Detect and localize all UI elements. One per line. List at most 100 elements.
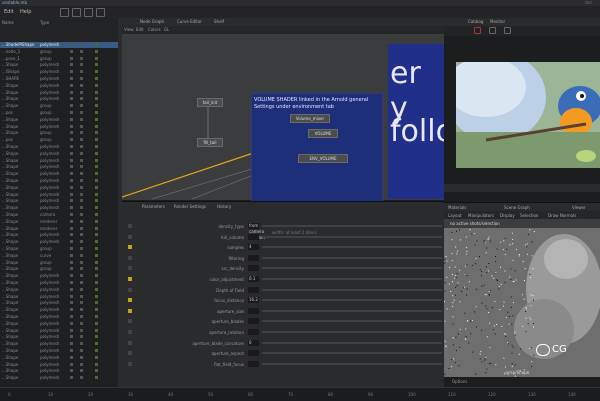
outliner-toggle[interactable] [70, 287, 73, 291]
outliner-row[interactable]: ...Shape polymesh [0, 124, 118, 130]
outliner-toggle[interactable] [80, 349, 83, 352]
outliner-toggle[interactable] [95, 260, 98, 264]
render-icon[interactable] [96, 8, 105, 17]
parameter-value[interactable] [248, 360, 259, 367]
outliner-row[interactable]: ...Shape polymesh [0, 117, 118, 123]
outliner-toggle[interactable] [95, 274, 98, 278]
parameter-slider[interactable] [262, 320, 442, 323]
outliner-toggle[interactable] [70, 43, 73, 46]
outliner-row[interactable]: ...Shape polymesh [0, 171, 118, 177]
outliner-toggle[interactable] [95, 43, 98, 46]
outliner-toggle[interactable] [95, 226, 98, 230]
outliner-row[interactable]: ...Shape polymesh [0, 334, 118, 340]
outliner-toggle[interactable] [70, 308, 73, 312]
parameter-value[interactable]: 16.2 [248, 297, 259, 304]
parameter-slider[interactable] [262, 352, 442, 355]
viewer-menu-selection[interactable]: Selection [520, 213, 538, 218]
outliner-toggle[interactable] [70, 206, 73, 210]
outliner-toggle[interactable] [95, 219, 98, 223]
keyframe-icon[interactable] [128, 361, 132, 366]
outliner-row[interactable]: ...Shape group [0, 260, 118, 266]
outliner-row[interactable]: ...Shape group [0, 266, 118, 272]
outliner-toggle[interactable] [95, 49, 98, 53]
keyframe-icon[interactable] [128, 287, 132, 292]
outliner-toggle[interactable] [80, 63, 83, 67]
open-icon[interactable] [72, 8, 81, 17]
outliner-toggle[interactable] [95, 335, 98, 339]
keyframe-icon[interactable] [128, 319, 132, 324]
outliner-toggle[interactable] [70, 111, 73, 114]
outliner-toggle[interactable] [80, 376, 83, 380]
outliner-toggle[interactable] [95, 151, 98, 155]
outliner-row[interactable]: ...Shape polymesh [0, 368, 118, 374]
outliner-toggle[interactable] [80, 369, 83, 373]
outliner-toggle[interactable] [80, 43, 83, 46]
parameter-value[interactable]: from camera location [248, 223, 265, 240]
outliner-row[interactable]: ...Shape polymesh [0, 164, 118, 170]
outliner-toggle[interactable] [80, 247, 83, 250]
outliner-toggle[interactable] [95, 287, 98, 291]
tab-curve-editor[interactable]: Curve Editor [177, 19, 202, 24]
outliner-toggle[interactable] [70, 117, 73, 121]
outliner-toggle[interactable] [80, 321, 83, 325]
outliner-row[interactable]: ...Shape group [0, 103, 118, 109]
outliner-toggle[interactable] [70, 335, 73, 339]
outliner-toggle[interactable] [80, 124, 83, 128]
play-icon[interactable] [489, 27, 496, 34]
outliner-toggle[interactable] [95, 124, 98, 128]
keyframe-icon[interactable] [128, 330, 132, 334]
outliner-row[interactable]: ...IShape polymesh [0, 69, 118, 75]
outliner-toggle[interactable] [95, 104, 98, 108]
keyframe-icon[interactable] [128, 255, 132, 260]
outliner-row[interactable]: ...Shape group [0, 130, 118, 136]
parameter-slider[interactable] [262, 267, 442, 270]
outliner-toggle[interactable] [95, 70, 98, 74]
outliner-row[interactable]: ...Shape polymesh [0, 178, 118, 184]
outliner-row[interactable]: ...Shape polymesh [0, 294, 118, 300]
parameter-value[interactable]: 0.1 [248, 276, 259, 282]
parameter-value[interactable] [248, 329, 259, 335]
node-menu-gl[interactable]: GL [164, 27, 169, 32]
keyframe-icon[interactable] [128, 266, 132, 271]
outliner-row[interactable]: ...Shape polymesh [0, 355, 118, 361]
outliner-toggle[interactable] [95, 111, 98, 114]
outliner-toggle[interactable] [95, 185, 98, 189]
outliner-toggle[interactable] [80, 104, 83, 108]
outliner-row[interactable]: ...Shape polymesh [0, 144, 118, 150]
outliner-toggle[interactable] [80, 301, 83, 305]
scene-outliner[interactable]: ...ShadePIShape polymesh ...node_1 group...… [0, 42, 119, 387]
node-env-volume[interactable]: ENV_VOLUME [298, 154, 348, 163]
outliner-row[interactable]: ...Shape polymesh [0, 96, 118, 102]
outliner-toggle[interactable] [95, 90, 98, 94]
tab-node-graph[interactable]: Node Graph [140, 19, 164, 24]
outliner-toggle[interactable] [95, 294, 98, 298]
outliner-toggle[interactable] [70, 56, 73, 60]
parameter-slider[interactable] [262, 309, 442, 312]
outliner-toggle[interactable] [80, 226, 83, 230]
outliner-toggle[interactable] [95, 179, 98, 182]
outliner-toggle[interactable] [70, 349, 73, 352]
outliner-toggle[interactable] [70, 274, 73, 278]
viewer-menu-manipulators[interactable]: Manipulators [468, 213, 494, 218]
outliner-toggle[interactable] [80, 342, 83, 346]
outliner-row[interactable]: ...Shape polymesh [0, 280, 118, 286]
outliner-row[interactable]: ...Shape polymesh [0, 328, 118, 334]
outliner-row[interactable]: ...Shape polymesh [0, 185, 118, 191]
outliner-toggle[interactable] [80, 172, 83, 176]
outliner-toggle[interactable] [70, 192, 73, 196]
outliner-toggle[interactable] [70, 281, 73, 284]
outliner-toggle[interactable] [80, 294, 83, 298]
outliner-row[interactable]: ...Shape polymesh [0, 375, 118, 381]
parameter-slider[interactable] [262, 299, 442, 302]
node-menu-edit[interactable]: Edit [136, 27, 144, 32]
stop-icon[interactable] [504, 27, 511, 34]
outliner-row[interactable]: ...node_1 group [0, 49, 118, 55]
parameter-slider[interactable] [262, 331, 442, 333]
outliner-toggle[interactable] [70, 301, 73, 305]
outliner-toggle[interactable] [80, 267, 83, 271]
outliner-toggle[interactable] [70, 328, 73, 332]
outliner-toggle[interactable] [80, 355, 83, 359]
outliner-row[interactable]: ...Shape polymesh [0, 239, 118, 245]
node-menu-view[interactable]: View [124, 27, 134, 32]
outliner-toggle[interactable] [70, 97, 73, 101]
